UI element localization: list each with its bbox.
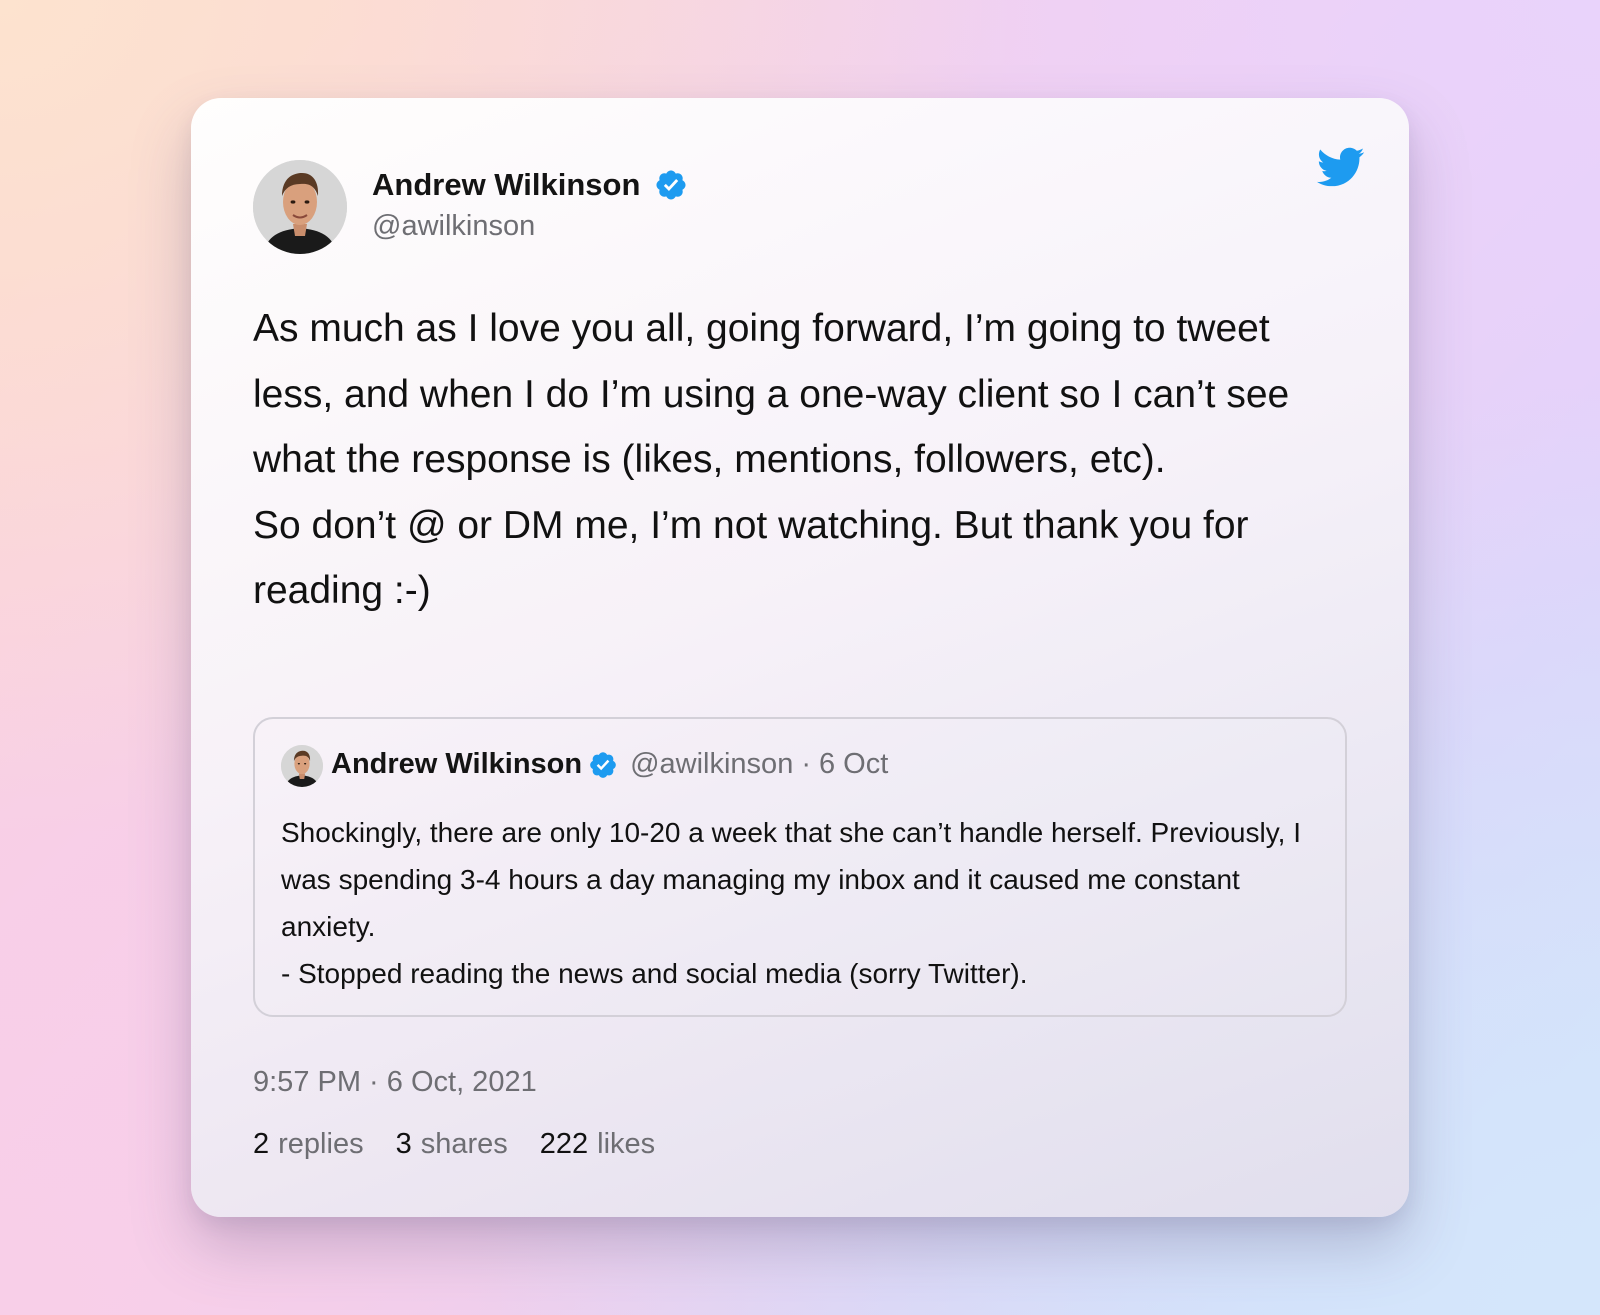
author-name[interactable]: Andrew Wilkinson [372,167,640,203]
quoted-author-name: Andrew Wilkinson [331,748,583,780]
quoted-tweet-body: Shockingly, there are only 10-20 a week … [281,809,1321,997]
tweet-paragraph: As much as I love you all, going forward… [253,307,1290,481]
likes-stat[interactable]: 222 likes [540,1128,655,1161]
author-name-row: Andrew Wilkinson [372,167,688,203]
quoted-author-handle: @awilkinson [630,748,794,780]
quoted-author-portrait-icon [281,745,323,787]
tweet-timestamp[interactable]: 9:57 PM · 6 Oct, 2021 [253,1066,537,1099]
author-avatar[interactable] [253,160,347,254]
likes-label: likes [597,1128,656,1160]
twitter-bird-icon [1316,147,1365,187]
verified-badge-icon [590,751,616,778]
quoted-paragraph: - Stopped reading the news and social me… [281,958,1028,989]
shares-stat[interactable]: 3 shares [396,1128,508,1161]
author-handle[interactable]: @awilkinson [372,210,535,243]
tweet-card [191,98,1409,1217]
tweet-paragraph: So don’t @ or DM me, I’m not watching. B… [253,503,1249,613]
quoted-separator: · [801,748,811,780]
quoted-tweet-header: Andrew Wilkinson @awilkinson · 6 Oct [331,748,888,781]
quoted-paragraph: Shockingly, there are only 10-20 a week … [281,817,1301,942]
quoted-tweet[interactable]: Andrew Wilkinson @awilkinson · 6 Oct Sho… [253,717,1347,1017]
shares-label: shares [420,1128,508,1160]
replies-stat[interactable]: 2 replies [253,1128,364,1161]
replies-label: replies [278,1128,364,1160]
quoted-author-avatar [281,745,323,787]
likes-count: 222 [539,1128,589,1160]
replies-count: 2 [253,1128,270,1160]
tweet-body: As much as I love you all, going forward… [253,296,1353,624]
shares-count: 3 [395,1128,412,1160]
verified-badge-icon [656,170,686,200]
tweet-stats: 2 replies 3 shares 222 likes [253,1128,687,1161]
author-portrait-icon [253,160,347,254]
quoted-date: 6 Oct [819,748,889,780]
